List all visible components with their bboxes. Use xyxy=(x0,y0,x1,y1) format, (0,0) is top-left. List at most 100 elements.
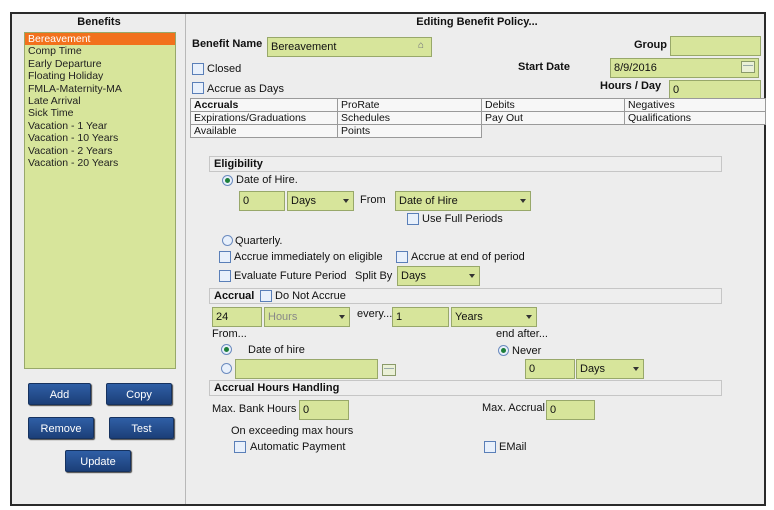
accrual-unit-select[interactable]: Hours xyxy=(264,307,350,327)
every-input[interactable]: 1 xyxy=(392,307,449,327)
tab-empty xyxy=(625,125,766,138)
offset-unit-select[interactable]: Days xyxy=(287,191,354,211)
remove-button[interactable]: Remove xyxy=(28,417,94,439)
date-of-hire-radio[interactable] xyxy=(222,175,233,186)
list-item[interactable]: Vacation - 20 Years xyxy=(25,157,175,169)
lookup-icon[interactable]: ⌂ xyxy=(418,40,424,51)
date-of-hire-label: Date of Hire. xyxy=(236,174,298,186)
never-radio[interactable] xyxy=(498,345,509,356)
from-label: From... xyxy=(212,328,247,340)
from-value: Date of Hire xyxy=(399,195,458,207)
list-item[interactable]: Floating Holiday xyxy=(25,70,175,82)
accrue-as-days-label: Accrue as Days xyxy=(207,83,285,95)
accrue-end-checkbox[interactable] xyxy=(396,251,408,263)
benefit-policy-window: Benefits Bereavement Comp Time Early Dep… xyxy=(10,12,766,506)
on-exceeding-label: On exceeding max hours xyxy=(231,425,354,437)
chevron-down-icon xyxy=(469,274,475,278)
tab-prorate[interactable]: ProRate xyxy=(337,98,482,112)
split-by-label: Split By xyxy=(355,270,393,282)
email-label: EMail xyxy=(499,441,527,453)
benefits-list[interactable]: Bereavement Comp Time Early Departure Fl… xyxy=(24,32,176,369)
never-label: Never xyxy=(512,345,542,357)
from-date-of-hire-radio[interactable] xyxy=(221,344,232,355)
calendar-icon[interactable] xyxy=(382,364,396,376)
accrue-immediately-checkbox[interactable] xyxy=(219,251,231,263)
list-item[interactable]: FMLA-Maternity-MA xyxy=(25,83,175,95)
use-full-periods-label: Use Full Periods xyxy=(422,213,503,225)
end-after-input[interactable]: 0 xyxy=(525,359,575,379)
accrual-hours-handling-section: Accrual Hours Handling xyxy=(209,380,722,396)
start-date-input[interactable]: 8/9/2016 xyxy=(610,58,759,78)
accrual-title: Accrual xyxy=(214,290,255,302)
tab-points[interactable]: Points xyxy=(337,124,482,138)
chevron-down-icon xyxy=(526,315,532,319)
group-label: Group xyxy=(634,39,667,51)
from-date-radio[interactable] xyxy=(221,363,232,374)
tab-qualifications[interactable]: Qualifications xyxy=(624,111,766,125)
accrue-immediately-label: Accrue immediately on eligible xyxy=(234,251,383,263)
evaluate-future-label: Evaluate Future Period xyxy=(234,270,347,282)
split-by-value: Days xyxy=(401,270,427,282)
from-label: From xyxy=(360,194,386,206)
copy-button[interactable]: Copy xyxy=(106,383,172,405)
calendar-icon[interactable] xyxy=(741,61,755,73)
automatic-payment-checkbox[interactable] xyxy=(234,441,246,453)
benefits-panel: Benefits Bereavement Comp Time Early Dep… xyxy=(12,14,186,504)
quarterly-label: Quarterly. xyxy=(235,235,283,247)
chevron-down-icon xyxy=(339,315,345,319)
hours-day-input[interactable]: 0 xyxy=(669,80,761,100)
offset-unit-value: Days xyxy=(291,195,317,207)
use-full-periods-checkbox[interactable] xyxy=(407,213,419,225)
from-date-input[interactable] xyxy=(235,359,378,379)
list-item[interactable]: Vacation - 2 Years xyxy=(25,145,175,157)
accrue-end-label: Accrue at end of period xyxy=(411,251,525,263)
tab-accruals[interactable]: Accruals xyxy=(190,98,338,112)
list-item[interactable]: Vacation - 1 Year xyxy=(25,120,175,132)
accrue-as-days-checkbox[interactable] xyxy=(192,82,204,94)
tab-empty xyxy=(482,125,625,138)
max-accrual-input[interactable]: 0 xyxy=(546,400,595,420)
end-unit-select[interactable]: Days xyxy=(576,359,644,379)
every-unit-select[interactable]: Years xyxy=(451,307,537,327)
from-select[interactable]: Date of Hire xyxy=(395,191,531,211)
list-item[interactable]: Early Departure xyxy=(25,58,175,70)
quarterly-radio[interactable] xyxy=(222,235,233,246)
list-item[interactable]: Vacation - 10 Years xyxy=(25,132,175,144)
every-unit-value: Years xyxy=(455,311,483,323)
email-checkbox[interactable] xyxy=(484,441,496,453)
tab-schedules[interactable]: Schedules xyxy=(337,111,482,125)
tab-debits[interactable]: Debits xyxy=(481,98,625,112)
split-by-select[interactable]: Days xyxy=(397,266,480,286)
list-item[interactable]: Sick Time xyxy=(25,107,175,119)
closed-label: Closed xyxy=(207,63,242,75)
end-unit-value: Days xyxy=(580,363,606,375)
editing-title: Editing Benefit Policy... xyxy=(416,16,538,28)
hours-day-label: Hours / Day xyxy=(600,80,662,92)
list-item[interactable]: Comp Time xyxy=(25,45,175,57)
update-button[interactable]: Update xyxy=(65,450,131,472)
tab-available[interactable]: Available xyxy=(190,124,338,138)
do-not-accrue-checkbox[interactable] xyxy=(260,290,272,302)
closed-checkbox[interactable] xyxy=(192,63,204,75)
eligibility-offset-input[interactable]: 0 xyxy=(239,191,285,211)
group-input[interactable] xyxy=(670,36,761,56)
add-button[interactable]: Add xyxy=(28,383,91,405)
eligibility-section: Eligibility xyxy=(209,156,722,172)
evaluate-future-checkbox[interactable] xyxy=(219,270,231,282)
chevron-down-icon xyxy=(633,367,639,371)
start-date-label: Start Date xyxy=(518,61,570,73)
tab-expirations[interactable]: Expirations/Graduations xyxy=(190,111,338,125)
accrual-amount-input[interactable]: 24 xyxy=(212,307,262,327)
max-bank-hours-label: Max. Bank Hours xyxy=(212,403,297,415)
policy-tabs: Accruals ProRate Debits Negatives Expira… xyxy=(190,98,766,138)
list-item[interactable]: Late Arrival xyxy=(25,95,175,107)
chevron-down-icon xyxy=(520,199,526,203)
benefit-name-input[interactable]: Bereavement xyxy=(267,37,432,57)
do-not-accrue-label: Do Not Accrue xyxy=(275,290,346,302)
tab-pay-out[interactable]: Pay Out xyxy=(481,111,625,125)
benefit-name-label: Benefit Name xyxy=(192,38,263,50)
test-button[interactable]: Test xyxy=(109,417,174,439)
max-bank-hours-input[interactable]: 0 xyxy=(299,400,349,420)
list-item[interactable]: Bereavement xyxy=(25,33,175,46)
tab-negatives[interactable]: Negatives xyxy=(624,98,766,112)
